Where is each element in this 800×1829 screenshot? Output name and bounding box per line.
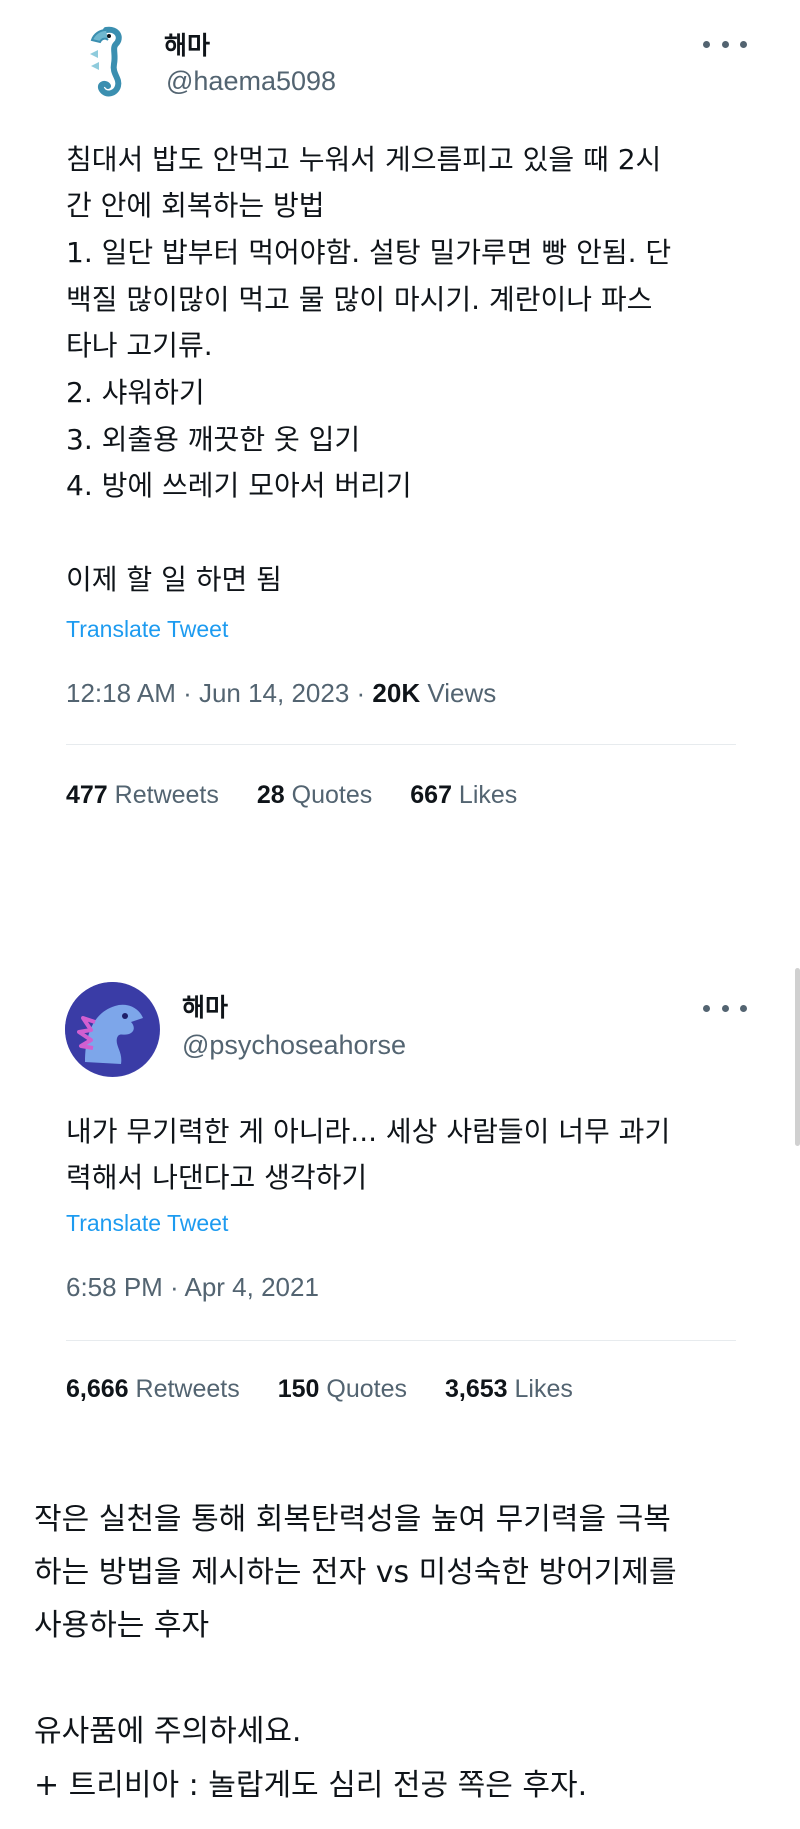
likes-count: 3,653 bbox=[445, 1375, 508, 1403]
caption-line: 유사품에 주의하세요. bbox=[34, 1714, 302, 1749]
views-label: Views bbox=[420, 678, 497, 708]
display-name[interactable]: 해마 bbox=[164, 26, 210, 62]
tweet-stats: 477 Retweets 28 Quotes 667 Likes bbox=[66, 781, 555, 810]
tweet-text-line: 내가 무기력한 게 아니라... 세상 사람들이 너무 과기 bbox=[66, 1115, 671, 1148]
display-name[interactable]: 해마 bbox=[182, 988, 228, 1024]
caption-line: 사용하는 후자 bbox=[34, 1608, 210, 1643]
likes-stat[interactable]: 667 Likes bbox=[410, 781, 517, 809]
tweet-text-line: 3. 외출용 깨끗한 옷 입기 bbox=[66, 423, 361, 456]
retweets-count: 477 bbox=[66, 781, 108, 809]
retweets-label: Retweets bbox=[107, 781, 219, 809]
more-options-icon[interactable] bbox=[703, 34, 747, 54]
more-options-icon[interactable] bbox=[703, 998, 747, 1018]
tweet-text-line: 이제 할 일 하면 됨 bbox=[66, 563, 282, 596]
caption-line: 하는 방법을 제시하는 전자 vs 미성숙한 방어기제를 bbox=[34, 1555, 677, 1590]
likes-stat[interactable]: 3,653 Likes bbox=[445, 1375, 573, 1403]
likes-label: Likes bbox=[507, 1375, 573, 1403]
tweet-text-line: 1. 일단 밥부터 먹어야함. 설탕 밀가루면 빵 안됨. 단 bbox=[66, 236, 672, 269]
caption-line: + 트리비아 : 놀랍게도 심리 전공 쪽은 후자. bbox=[34, 1768, 588, 1803]
tweet-text-line: 백질 많이많이 먹고 물 많이 마시기. 계란이나 파스 bbox=[66, 283, 653, 316]
quotes-count: 150 bbox=[277, 1375, 320, 1403]
retweets-label: Retweets bbox=[128, 1375, 240, 1403]
quotes-stat[interactable]: 150 Quotes bbox=[278, 1375, 407, 1403]
views-count: 20K bbox=[372, 678, 421, 708]
tweet-text-line: 간 안에 회복하는 방법 bbox=[66, 189, 325, 222]
translate-tweet-link[interactable]: Translate Tweet bbox=[66, 616, 228, 643]
likes-count: 667 bbox=[410, 781, 452, 809]
retweets-stat[interactable]: 6,666 Retweets bbox=[66, 1375, 240, 1403]
tweet-timestamp[interactable]: 12:18 AM · Jun 14, 2023 · bbox=[66, 678, 372, 708]
translate-tweet-link[interactable]: Translate Tweet bbox=[66, 1210, 228, 1237]
tweet-text-line: 타나 고기류. bbox=[66, 329, 213, 362]
scrollbar-thumb[interactable] bbox=[795, 968, 800, 1146]
divider bbox=[66, 1340, 736, 1341]
caption-line: 작은 실천을 통해 회복탄력성을 높여 무기력을 극복 bbox=[34, 1502, 671, 1537]
divider bbox=[66, 744, 736, 745]
seahorse-icon[interactable] bbox=[76, 24, 136, 100]
tweet-text-line: 2. 샤워하기 bbox=[66, 376, 205, 409]
retweets-count: 6,666 bbox=[66, 1375, 129, 1403]
retweets-stat[interactable]: 477 Retweets bbox=[66, 781, 219, 809]
tweet-metadata: 12:18 AM · Jun 14, 2023 · 20K Views bbox=[66, 678, 496, 709]
seahorse-dragon-icon[interactable] bbox=[65, 982, 160, 1077]
likes-label: Likes bbox=[451, 781, 518, 809]
user-handle[interactable]: @haema5098 bbox=[166, 66, 336, 97]
tweet-timestamp[interactable]: 6:58 PM · Apr 4, 2021 bbox=[66, 1272, 319, 1303]
tweet-stats: 6,666 Retweets 150 Quotes 3,653 Likes bbox=[66, 1375, 611, 1404]
user-handle[interactable]: @psychoseahorse bbox=[182, 1030, 406, 1061]
tweet-text-line: 4. 방에 쓰레기 모아서 버리기 bbox=[66, 469, 412, 502]
quotes-label: Quotes bbox=[319, 1375, 408, 1403]
tweet-text-line: 침대서 밥도 안먹고 누워서 게으름피고 있을 때 2시 bbox=[66, 143, 662, 176]
quotes-count: 28 bbox=[256, 781, 285, 809]
quotes-label: Quotes bbox=[284, 781, 373, 809]
tweet-text-line: 력해서 나댄다고 생각하기 bbox=[66, 1161, 368, 1194]
quotes-stat[interactable]: 28 Quotes bbox=[257, 781, 372, 809]
